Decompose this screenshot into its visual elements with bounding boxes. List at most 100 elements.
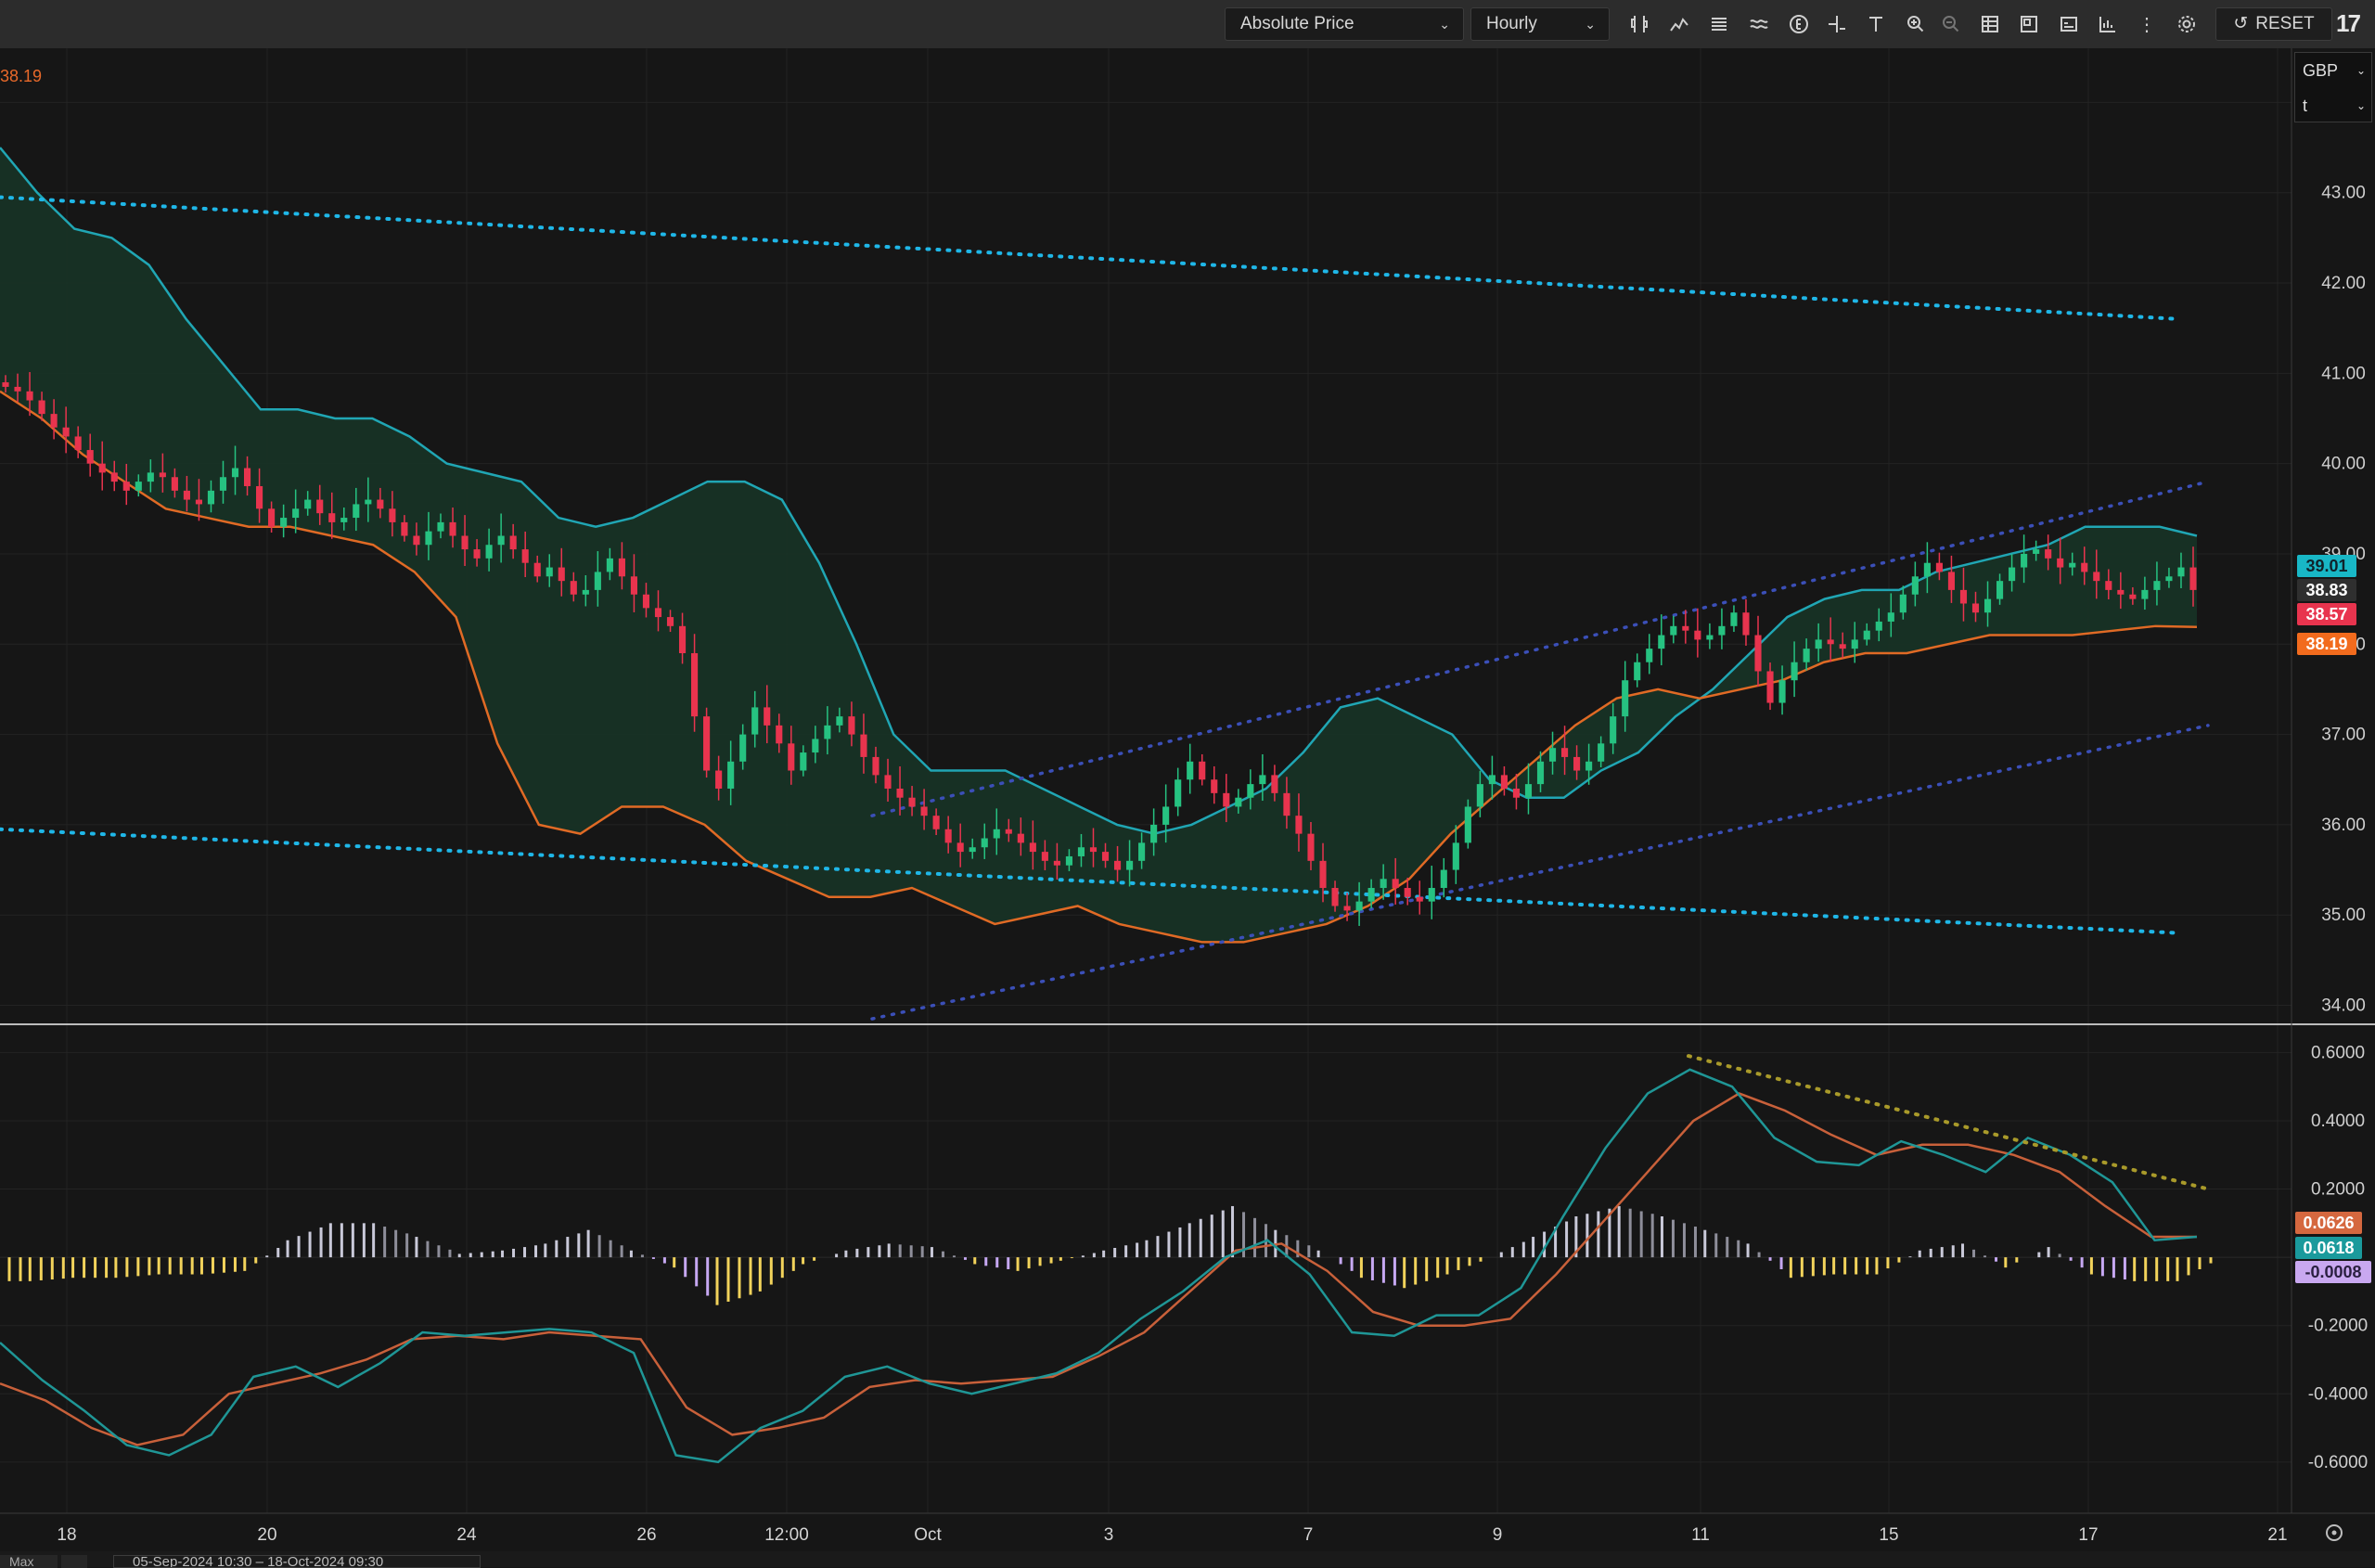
candle-body [1005,829,1012,834]
candle-body [1175,779,1182,807]
candle-body [2081,562,2088,572]
candle-body [981,838,988,848]
candle-body [1815,639,1822,649]
y-tick-label: 36.00 [2321,816,2366,835]
macd-y-tick-label: -0.2000 [2308,1317,2368,1336]
candle-body [1355,901,1363,911]
candle-body [1488,775,1496,785]
candle-body [1295,816,1303,834]
candle-body [1440,869,1447,889]
currency-select[interactable]: GBP ⌄ t ⌄ [2294,52,2372,122]
candle-body [1101,852,1110,861]
candle-body [2069,562,2076,568]
candle-body [944,829,952,843]
candle-body [594,572,601,590]
candle-body [956,842,964,853]
candle-body [1211,779,1218,793]
candle-body [1512,788,1521,798]
candle-body [1803,649,1810,662]
candle-body [1380,879,1387,889]
x-tick-label: 18 [57,1525,76,1545]
candle-body [1923,562,1931,577]
macd-value-tag: 0.0618 [2295,1237,2362,1259]
candle-body [2129,594,2137,599]
price-tag: 38.57 [2297,603,2356,625]
macd-y-tick-label: -0.4000 [2308,1384,2368,1404]
candle-body [122,482,130,491]
macd-y-tick-label: 0.2000 [2311,1180,2365,1200]
candle-body [1670,625,1677,636]
candle-body [1524,784,1533,798]
y-tick-label: 41.00 [2321,364,2366,383]
candle-body [183,490,190,500]
candle-body [413,535,420,546]
candle-body [207,490,215,505]
candle-body [1113,860,1122,870]
candle-body [2093,572,2100,582]
y-tick-label: 40.00 [2321,455,2366,474]
candle-body [147,472,154,482]
candle-body [38,400,45,415]
candle-body [1742,612,1750,636]
candle-body [1622,680,1629,717]
candle-body [606,558,613,572]
candle-body [1634,662,1641,681]
candle-body [1827,639,1834,645]
candle-body [1307,833,1315,861]
candle-body [1959,589,1968,604]
target-icon-dot [2331,1530,2337,1536]
candle-body [739,734,747,762]
macd-y-tick-label: -0.6000 [2308,1453,2368,1472]
candle-body [1150,824,1158,843]
chart-canvas[interactable]: 34.0035.0036.0037.0038.0039.0040.0041.00… [0,0,2375,1551]
candle-body [1766,671,1774,703]
candle-body [365,499,372,505]
candle-body [2105,581,2112,590]
price-tag: 39.01 [2297,555,2356,577]
x-tick-label: 11 [1691,1525,1710,1545]
candle-body [1199,761,1206,780]
candle-body [1971,603,1980,613]
macd-y-tick-label: 0.4000 [2311,1112,2365,1131]
gear-icon[interactable] [61,1555,87,1568]
candle-body [1017,833,1024,843]
candle-body [1162,806,1170,825]
x-tick-label: 21 [2267,1525,2287,1545]
candle-body [727,761,735,789]
currency-sub: t ⌄ [2295,88,2371,123]
candle-body [776,725,783,744]
candle-body [1536,761,1545,785]
candle-body [884,775,892,789]
x-tick-label: 3 [1104,1525,1114,1545]
candle-body [1548,748,1557,762]
candle-body [908,797,916,807]
candle-body [389,508,396,522]
candle-body [1983,598,1992,613]
candle-body [1283,792,1290,816]
candle-body [1694,630,1701,640]
candle-body [920,806,928,816]
candle-body [1610,716,1617,744]
candle-body [1778,680,1786,703]
x-tick-label: Oct [914,1525,942,1545]
candle-body [256,485,263,509]
candle-body [1367,888,1375,902]
candle-body [304,499,312,509]
candle-body [1839,644,1846,649]
candle-body [268,508,276,527]
candle-body [1791,662,1798,681]
candle-body [1911,576,1919,595]
range-tab[interactable]: Max [0,1555,58,1568]
x-tick-label: 26 [636,1525,656,1545]
y-tick-label: 34.00 [2321,996,2366,1016]
candle-body [691,653,699,717]
candle-body [1271,775,1278,793]
candle-body [461,535,469,550]
candle-body [1428,888,1435,902]
candle-body [751,707,759,735]
candle-body [678,625,687,654]
date-range-field[interactable]: 05-Sep-2024 10:30 – 18-Oct-2024 09:30 [113,1555,481,1568]
candle-body [1875,621,1882,631]
candle-body [1065,855,1072,866]
candle-body [425,531,432,546]
